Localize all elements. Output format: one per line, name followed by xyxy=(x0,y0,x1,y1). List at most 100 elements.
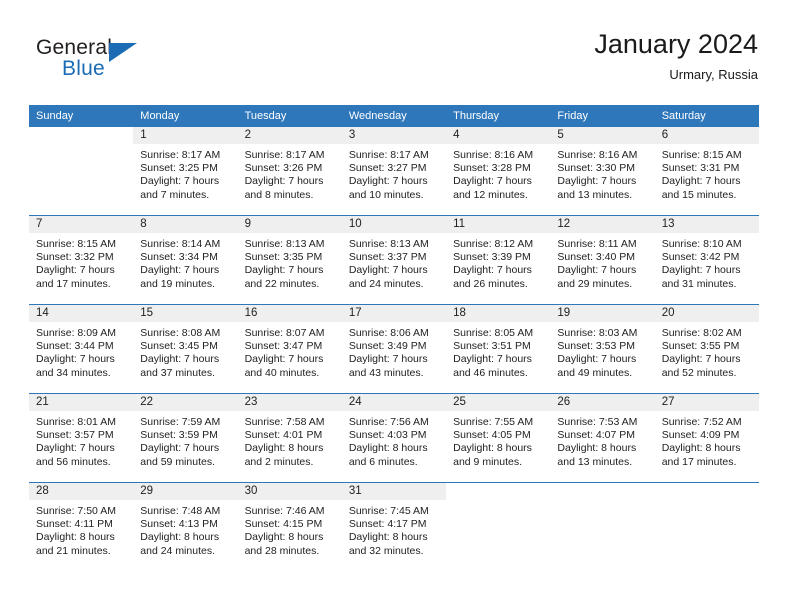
day-detail-line: and 37 minutes. xyxy=(140,366,215,379)
day-cell[interactable]: 8 Sunrise: 8:14 AM Sunset: 3:34 PM Daylight… xyxy=(133,215,238,305)
day-details: Sunrise: 8:01 AM Sunset: 3:57 PM Daylight:… xyxy=(29,411,133,469)
day-number: 23 xyxy=(237,394,342,411)
day-detail-line: Daylight: 8 hours xyxy=(348,442,428,455)
day-detail-line: Sunrise: 8:12 AM xyxy=(453,238,534,250)
day-detail-line: Sunrise: 7:45 AM xyxy=(348,505,429,517)
day-cell[interactable]: 30 Sunrise: 7:46 AM Sunset: 4:15 PM Dayligh… xyxy=(237,482,342,571)
day-detail-line: Sunrise: 7:53 AM xyxy=(557,416,638,428)
day-detail-line: Sunset: 3:55 PM xyxy=(661,340,740,353)
day-details: Sunrise: 8:05 AM Sunset: 3:51 PM Daylight:… xyxy=(446,322,550,380)
day-detail-line: Sunset: 4:01 PM xyxy=(244,429,323,442)
day-number: 14 xyxy=(29,305,134,322)
day-detail-line: Sunrise: 8:10 AM xyxy=(661,238,742,250)
day-cell[interactable]: 28 Sunrise: 7:50 AM Sunset: 4:11 PM Dayligh… xyxy=(29,482,134,571)
day-cell[interactable]: 9 Sunrise: 8:13 AM Sunset: 3:35 PM Daylight… xyxy=(237,215,342,305)
day-details: Sunrise: 8:02 AM Sunset: 3:55 PM Daylight:… xyxy=(655,322,759,380)
day-cell[interactable]: 5 Sunrise: 8:16 AM Sunset: 3:30 PM Daylight… xyxy=(550,127,655,216)
day-detail-line: and 24 minutes. xyxy=(348,277,424,290)
day-cell[interactable]: 23 Sunrise: 7:58 AM Sunset: 4:01 PM Dayligh… xyxy=(237,393,342,483)
day-cell-inner: 20 Sunrise: 8:02 AM Sunset: 3:55 PM Dayligh… xyxy=(654,305,759,393)
day-detail-line: Daylight: 7 hours xyxy=(244,353,324,366)
day-detail-line: and 13 minutes. xyxy=(557,188,633,201)
day-number: 8 xyxy=(133,216,238,233)
day-number xyxy=(446,483,551,500)
day-details: Sunrise: 8:16 AM Sunset: 3:30 PM Daylight:… xyxy=(550,144,654,202)
day-detail-line: Sunrise: 8:17 AM xyxy=(244,149,325,161)
day-details: Sunrise: 7:53 AM Sunset: 4:07 PM Daylight:… xyxy=(550,411,654,469)
day-details xyxy=(655,500,759,505)
brand-name-blue: Blue xyxy=(62,57,105,80)
day-detail-line: Daylight: 7 hours xyxy=(140,442,220,455)
day-details: Sunrise: 8:03 AM Sunset: 3:53 PM Daylight:… xyxy=(550,322,654,380)
day-detail-line: and 17 minutes. xyxy=(661,455,737,468)
day-detail-line: Sunrise: 8:03 AM xyxy=(557,327,638,339)
day-detail-line: Sunset: 3:30 PM xyxy=(557,162,636,175)
day-cell[interactable]: 25 Sunrise: 7:55 AM Sunset: 4:05 PM Dayligh… xyxy=(446,393,551,483)
day-cell-inner: 25 Sunrise: 7:55 AM Sunset: 4:05 PM Dayligh… xyxy=(446,394,551,482)
day-detail-line: Sunrise: 7:58 AM xyxy=(244,416,325,428)
day-details: Sunrise: 8:11 AM Sunset: 3:40 PM Daylight:… xyxy=(550,233,654,291)
day-cell[interactable]: 22 Sunrise: 7:59 AM Sunset: 3:59 PM Dayligh… xyxy=(133,393,238,483)
day-detail-line: Daylight: 7 hours xyxy=(453,264,532,277)
day-cell[interactable]: 12 Sunrise: 8:11 AM Sunset: 3:40 PM Dayligh… xyxy=(550,215,655,305)
day-detail-line: and 56 minutes. xyxy=(36,455,111,468)
week-row: 1 Sunrise: 8:17 AM Sunset: 3:25 PM Daylight… xyxy=(29,127,759,216)
brand-logo[interactable]: General Blue xyxy=(36,36,256,92)
day-cell[interactable]: 1 Sunrise: 8:17 AM Sunset: 3:25 PM Daylight… xyxy=(133,127,238,216)
day-cell[interactable]: 11 Sunrise: 8:12 AM Sunset: 3:39 PM Dayligh… xyxy=(446,215,551,305)
day-cell[interactable]: 17 Sunrise: 8:06 AM Sunset: 3:49 PM Dayligh… xyxy=(341,304,447,394)
day-detail-line: and 10 minutes. xyxy=(348,188,424,201)
day-cell[interactable]: 18 Sunrise: 8:05 AM Sunset: 3:51 PM Dayligh… xyxy=(446,304,551,394)
day-details: Sunrise: 8:07 AM Sunset: 3:47 PM Daylight:… xyxy=(238,322,342,380)
day-cell[interactable]: 26 Sunrise: 7:53 AM Sunset: 4:07 PM Dayligh… xyxy=(550,393,655,483)
calendar-body: 1 Sunrise: 8:17 AM Sunset: 3:25 PM Daylight… xyxy=(29,127,759,571)
day-detail-line: Daylight: 7 hours xyxy=(348,175,428,188)
day-details: Sunrise: 8:14 AM Sunset: 3:34 PM Daylight:… xyxy=(133,233,237,291)
day-detail-line: Daylight: 8 hours xyxy=(557,442,637,455)
day-detail-line: Daylight: 7 hours xyxy=(140,264,220,277)
day-number: 20 xyxy=(654,305,759,322)
day-cell[interactable]: 21 Sunrise: 8:01 AM Sunset: 3:57 PM Dayligh… xyxy=(29,393,134,483)
day-cell[interactable]: 29 Sunrise: 7:48 AM Sunset: 4:13 PM Dayligh… xyxy=(133,482,238,571)
day-detail-line: Daylight: 7 hours xyxy=(140,175,220,188)
day-cell-inner: 12 Sunrise: 8:11 AM Sunset: 3:40 PM Dayligh… xyxy=(550,216,655,304)
day-detail-line: and 12 minutes. xyxy=(453,188,528,201)
day-cell[interactable]: 27 Sunrise: 7:52 AM Sunset: 4:09 PM Dayligh… xyxy=(654,393,759,483)
day-detail-line: and 31 minutes. xyxy=(661,277,737,290)
day-detail-line: Sunset: 3:34 PM xyxy=(140,251,218,264)
day-cell[interactable]: 10 Sunrise: 8:13 AM Sunset: 3:37 PM Dayligh… xyxy=(341,215,447,305)
day-cell[interactable]: 20 Sunrise: 8:02 AM Sunset: 3:55 PM Dayligh… xyxy=(654,304,759,394)
day-cell[interactable]: 16 Sunrise: 8:07 AM Sunset: 3:47 PM Dayligh… xyxy=(237,304,342,394)
day-cell[interactable]: 24 Sunrise: 7:56 AM Sunset: 4:03 PM Dayligh… xyxy=(341,393,447,483)
day-detail-line: Sunset: 3:32 PM xyxy=(36,251,114,264)
day-cell[interactable]: 3 Sunrise: 8:17 AM Sunset: 3:27 PM Daylight… xyxy=(341,127,447,216)
day-detail-line: Daylight: 8 hours xyxy=(348,531,428,544)
day-detail-line: Sunrise: 8:09 AM xyxy=(36,327,116,339)
day-number: 18 xyxy=(446,305,551,322)
day-detail-line: Sunrise: 8:15 AM xyxy=(661,149,742,161)
day-detail-line: Sunset: 3:40 PM xyxy=(557,251,636,264)
day-cell[interactable]: 14 Sunrise: 8:09 AM Sunset: 3:44 PM Dayligh… xyxy=(29,304,134,394)
day-detail-line: Daylight: 7 hours xyxy=(244,264,324,277)
day-detail-line: Sunset: 3:35 PM xyxy=(244,251,323,264)
day-number: 9 xyxy=(237,216,342,233)
day-cell[interactable]: 2 Sunrise: 8:17 AM Sunset: 3:26 PM Daylight… xyxy=(237,127,342,216)
day-cell[interactable]: 19 Sunrise: 8:03 AM Sunset: 3:53 PM Dayligh… xyxy=(550,304,655,394)
day-cell[interactable]: 13 Sunrise: 8:10 AM Sunset: 3:42 PM Dayligh… xyxy=(654,215,759,305)
day-cell-inner: 23 Sunrise: 7:58 AM Sunset: 4:01 PM Dayligh… xyxy=(237,394,342,482)
day-number: 15 xyxy=(133,305,238,322)
day-cell[interactable]: 7 Sunrise: 8:15 AM Sunset: 3:32 PM Daylight… xyxy=(29,215,134,305)
day-detail-line: and 19 minutes. xyxy=(140,277,215,290)
day-number: 2 xyxy=(237,127,342,144)
day-details: Sunrise: 8:15 AM Sunset: 3:31 PM Daylight:… xyxy=(655,144,759,202)
day-cell[interactable]: 15 Sunrise: 8:08 AM Sunset: 3:45 PM Dayligh… xyxy=(133,304,238,394)
day-number: 10 xyxy=(341,216,447,233)
day-cell[interactable]: 31 Sunrise: 7:45 AM Sunset: 4:17 PM Dayligh… xyxy=(341,482,447,571)
day-number: 29 xyxy=(133,483,238,500)
weekday-header-friday: Friday xyxy=(550,105,655,127)
day-details: Sunrise: 7:50 AM Sunset: 4:11 PM Daylight:… xyxy=(29,500,133,558)
day-details: Sunrise: 8:16 AM Sunset: 3:28 PM Daylight:… xyxy=(446,144,550,202)
day-cell[interactable]: 4 Sunrise: 8:16 AM Sunset: 3:28 PM Daylight… xyxy=(446,127,551,216)
day-cell[interactable]: 6 Sunrise: 8:15 AM Sunset: 3:31 PM Daylight… xyxy=(654,127,759,216)
day-detail-line: Daylight: 7 hours xyxy=(661,264,741,277)
